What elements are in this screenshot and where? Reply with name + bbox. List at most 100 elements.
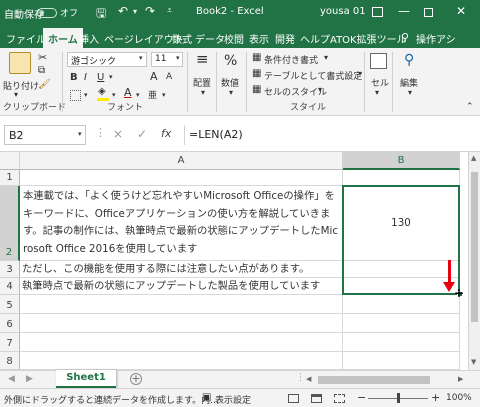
number-dropdown-icon[interactable]: ▾ xyxy=(229,88,233,97)
confirm-entry-icon[interactable]: ✓ xyxy=(137,127,147,141)
row-header-6[interactable]: 6 xyxy=(0,314,20,333)
editing-dropdown-icon[interactable]: ▾ xyxy=(408,88,412,97)
fill-color-icon[interactable]: ◈ xyxy=(98,86,106,97)
font-color-button[interactable]: A xyxy=(124,86,132,99)
search-icon[interactable]: ⚲ xyxy=(404,52,414,68)
autosave-toggle[interactable] xyxy=(37,8,57,18)
row-header-1[interactable]: 1 xyxy=(0,170,20,186)
tab-atok[interactable]: ATOK拡張ツール xyxy=(330,31,407,46)
tab-file[interactable]: ファイル xyxy=(6,31,46,46)
format-as-table-button[interactable]: テーブルとして書式設定 xyxy=(264,69,362,82)
paste-button[interactable]: 貼り付け xyxy=(3,79,39,92)
cell-a6[interactable] xyxy=(20,314,343,333)
cell-a8[interactable] xyxy=(20,352,343,370)
fill-color-dropdown-icon[interactable]: ▾ xyxy=(112,91,116,99)
scroll-up-icon[interactable]: ▲ xyxy=(471,154,476,162)
display-settings-icon[interactable]: ▣ xyxy=(202,392,211,403)
name-box-dropdown-icon[interactable]: ▾ xyxy=(78,130,82,138)
user-name[interactable]: yousa 01 xyxy=(320,6,366,17)
add-sheet-icon[interactable]: + xyxy=(130,373,142,385)
borders-icon[interactable] xyxy=(70,90,81,101)
font-name-select[interactable]: 游ゴシック xyxy=(67,52,147,67)
column-header-b[interactable]: B xyxy=(343,152,460,170)
format-painter-icon[interactable]: 🖌 xyxy=(38,79,51,90)
prev-sheet-icon[interactable]: ◀ xyxy=(8,374,15,384)
zoom-level[interactable]: 100% xyxy=(446,393,472,403)
customize-toolbar-icon[interactable]: ⩡ xyxy=(167,6,172,16)
tab-data[interactable]: データ xyxy=(195,31,225,46)
cell-a4[interactable]: 執筆時点で最新の状態にアップデートした製品を使用しています xyxy=(20,278,343,295)
cell-b1[interactable] xyxy=(343,170,460,186)
shrink-font-button[interactable]: A xyxy=(166,72,172,82)
undo-dropdown-icon[interactable]: ▾ xyxy=(133,7,137,16)
row-header-2[interactable]: 2 xyxy=(0,186,20,261)
close-icon[interactable]: ✕ xyxy=(456,4,466,18)
row-header-5[interactable]: 5 xyxy=(0,295,20,314)
tab-help[interactable]: ヘルプ xyxy=(300,31,330,46)
next-sheet-icon[interactable]: ▶ xyxy=(26,374,33,384)
zoom-out-button[interactable]: − xyxy=(357,391,366,404)
scroll-left-icon[interactable]: ◀ xyxy=(306,375,311,383)
cell-a7[interactable] xyxy=(20,333,343,352)
format-as-table-dropdown-icon[interactable]: ▾ xyxy=(358,69,362,78)
formula-bar-menu-icon[interactable]: ⋮ xyxy=(95,126,106,139)
normal-view-icon[interactable] xyxy=(288,394,299,403)
insert-function-icon[interactable]: fx xyxy=(161,127,171,140)
tell-me-search[interactable]: 操作アシ xyxy=(416,31,456,46)
alignment-icon[interactable]: ≡ xyxy=(196,52,209,67)
conditional-format-button[interactable]: 条件付き書式 xyxy=(264,53,318,66)
ribbon-display-icon[interactable] xyxy=(372,7,383,17)
tab-developer[interactable]: 開発 xyxy=(275,31,295,46)
cells-dropdown-icon[interactable]: ▾ xyxy=(375,88,379,97)
cell-b6[interactable] xyxy=(343,314,460,333)
tab-formulas[interactable]: 数式 xyxy=(172,31,192,46)
scroll-right-icon[interactable]: ▶ xyxy=(458,375,463,383)
select-all-corner[interactable] xyxy=(0,152,20,170)
cell-a1[interactable] xyxy=(20,170,343,186)
cell-b7[interactable] xyxy=(343,333,460,352)
row-header-8[interactable]: 8 xyxy=(0,352,20,370)
underline-dropdown-icon[interactable]: ▾ xyxy=(109,73,113,81)
alignment-dropdown-icon[interactable]: ▾ xyxy=(201,88,205,97)
paste-icon[interactable] xyxy=(9,52,31,74)
row-header-4[interactable]: 4 xyxy=(0,278,20,295)
cell-styles-dropdown-icon[interactable]: ▾ xyxy=(318,85,322,94)
cancel-entry-icon[interactable]: × xyxy=(113,127,123,141)
font-size-dropdown-icon[interactable]: ▾ xyxy=(176,54,180,62)
display-settings-button[interactable]: 表示設定 xyxy=(215,393,251,406)
lightbulb-icon[interactable]: ⚲ xyxy=(401,31,409,44)
number-format-icon[interactable]: % xyxy=(224,53,237,69)
phonetic-icon[interactable]: 亜 xyxy=(148,88,157,101)
name-box[interactable]: B2 xyxy=(4,125,86,145)
undo-icon[interactable]: ↶ xyxy=(118,4,128,18)
conditional-format-dropdown-icon[interactable]: ▾ xyxy=(324,53,328,62)
paste-dropdown-icon[interactable]: ▾ xyxy=(14,90,18,99)
tab-home[interactable]: ホーム xyxy=(43,28,83,48)
cut-icon[interactable]: ✂ xyxy=(38,51,47,64)
phonetic-dropdown-icon[interactable]: ▾ xyxy=(162,91,166,99)
formula-input[interactable]: =LEN(A2) xyxy=(184,125,476,145)
borders-dropdown-icon[interactable]: ▾ xyxy=(84,91,88,99)
cell-b8[interactable] xyxy=(343,352,460,370)
cell-a2[interactable]: 本連載では、「よく使うけど忘れやすいMicrosoft Officeの操作」をキ… xyxy=(20,186,343,261)
row-header-3[interactable]: 3 xyxy=(0,261,20,278)
vertical-scrollbar[interactable]: ▲ ▼ xyxy=(468,152,480,370)
copy-icon[interactable]: ⧉ xyxy=(38,65,45,76)
tab-view[interactable]: 表示 xyxy=(249,31,269,46)
cell-a5[interactable] xyxy=(20,295,343,314)
redo-icon[interactable]: ↷ xyxy=(145,4,155,18)
bold-button[interactable]: B xyxy=(70,72,78,83)
row-header-7[interactable]: 7 xyxy=(0,333,20,352)
vertical-scroll-thumb[interactable] xyxy=(471,172,478,322)
page-break-view-icon[interactable] xyxy=(334,394,345,403)
underline-button[interactable]: U xyxy=(97,72,104,83)
zoom-in-button[interactable]: + xyxy=(431,391,440,404)
cells-icon[interactable] xyxy=(370,53,387,69)
grow-font-button[interactable]: A xyxy=(150,70,158,83)
column-header-a[interactable]: A xyxy=(20,152,343,170)
split-handle-icon[interactable]: ⋮ xyxy=(296,373,305,383)
minimize-icon[interactable]: — xyxy=(398,4,410,18)
cell-a3[interactable]: ただし、この機能を使用する際には注意したい点があります。 xyxy=(20,261,343,278)
horizontal-scroll-thumb[interactable] xyxy=(318,376,430,384)
sheet-tab-sheet1[interactable]: Sheet1 xyxy=(56,370,116,388)
